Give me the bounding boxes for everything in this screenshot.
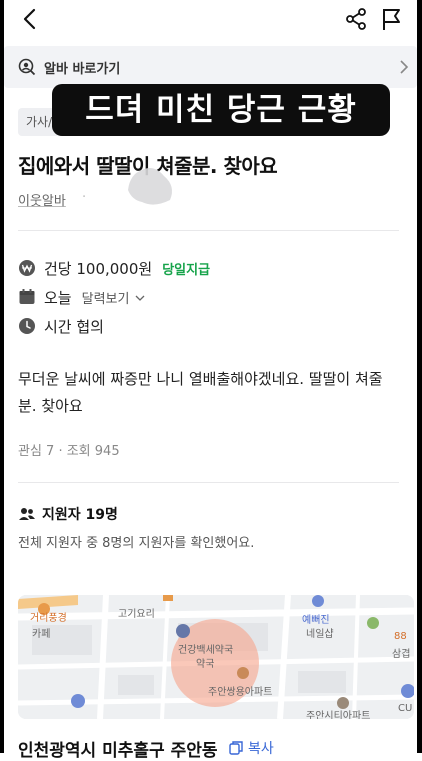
- location-map[interactable]: 거리풍경 카페 고기요리 건강백세약국 약국 주안쌍용아파트 예뻐진 네일샵 8…: [18, 595, 414, 719]
- work-time: 시간 협의: [44, 317, 104, 336]
- work-date: 오늘: [44, 288, 72, 307]
- overlay-caption-banner: 드뎌 미친 당근 근황: [52, 84, 390, 136]
- copy-icon: [228, 740, 244, 756]
- map-label: 삼겹: [392, 649, 411, 660]
- people-icon: [18, 506, 36, 522]
- applicants-count: 지원자 19명: [42, 507, 118, 523]
- copy-label: 복사: [248, 741, 274, 757]
- flag-icon[interactable]: [379, 6, 405, 32]
- post-description: 무더운 날씨에 짜증만 나니 열배출해야겠네요. 딸딸이 쳐줄분. 찾아요: [18, 370, 383, 415]
- author-name[interactable]: 이웃알바: [18, 190, 66, 209]
- won-coin-icon: [18, 259, 36, 277]
- map-label: 네일샵: [306, 629, 334, 640]
- clock-icon: [18, 317, 36, 335]
- applicants-header: 지원자 19명: [18, 504, 118, 524]
- divider: [18, 482, 399, 483]
- divider: [18, 230, 399, 231]
- share-icon[interactable]: [343, 6, 369, 32]
- calendar-view-link[interactable]: 달력보기: [82, 288, 146, 307]
- shortcut-label: 알바 바로가기: [44, 62, 121, 77]
- same-day-pay-badge: 당일지급: [162, 262, 211, 278]
- post-stats: 관심 7 · 조회 945: [18, 444, 120, 459]
- blurred-patch: [124, 160, 176, 208]
- chevron-right-icon: [397, 59, 411, 75]
- map-label: 카페: [32, 629, 51, 640]
- chevron-left-icon[interactable]: [18, 6, 44, 32]
- user-search-icon: [18, 58, 36, 76]
- map-label: 고기요리: [118, 609, 155, 620]
- copy-address-button[interactable]: 복사: [228, 738, 274, 758]
- map-label: 약국: [196, 659, 215, 670]
- map-label: 주안시티아파트: [306, 711, 371, 719]
- date-row: 오늘 달력보기: [18, 285, 146, 309]
- map-graphic: [18, 595, 414, 719]
- map-label: 예뻐진: [302, 615, 330, 626]
- top-bar: [4, 0, 417, 40]
- map-label: 거리풍경: [30, 613, 67, 624]
- author-suffix: ·: [82, 190, 87, 205]
- time-row: 시간 협의: [18, 314, 104, 338]
- pay-amount: 건당 100,000원: [44, 259, 153, 278]
- calendar-icon: [18, 288, 36, 306]
- pay-row: 건당 100,000원 당일지급: [18, 256, 210, 280]
- chevron-down-icon: [135, 295, 145, 301]
- frame-left-edge: [0, 0, 4, 753]
- map-label: 건강백세약국: [178, 645, 234, 656]
- job-shortcut-bar[interactable]: 알바 바로가기: [4, 46, 417, 88]
- map-label: 88: [394, 631, 407, 642]
- work-address: 인천광역시 미추홀구 주안동: [18, 741, 218, 761]
- calendar-view-label: 달력보기: [81, 291, 130, 307]
- frame-right-edge: [417, 0, 422, 753]
- applicants-summary: 전체 지원자 중 8명의 지원자를 확인했어요.: [18, 536, 255, 551]
- map-label: 주안쌍용아파트: [208, 687, 273, 698]
- map-label: CU: [398, 703, 413, 714]
